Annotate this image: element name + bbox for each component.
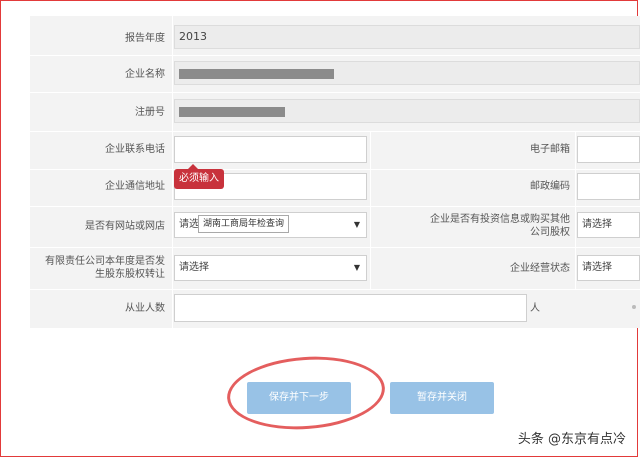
- divider: [575, 131, 576, 169]
- employees-unit: 人: [530, 303, 540, 314]
- postcode-input[interactable]: [577, 173, 640, 200]
- operation-status-select-value: 请选择: [582, 262, 612, 273]
- report-year-field: 2013: [174, 25, 640, 49]
- save-close-button[interactable]: 暂存并关闭: [390, 382, 494, 414]
- row-report-year: 报告年度 2013: [30, 16, 640, 56]
- divider: [172, 169, 173, 206]
- row-employees: 从业人数 人: [30, 289, 640, 328]
- divider: [575, 169, 576, 206]
- phone-input[interactable]: [174, 136, 367, 163]
- reg-number-label: 注册号: [135, 107, 165, 118]
- divider: [172, 131, 173, 169]
- operation-status-select[interactable]: 请选择: [577, 255, 640, 281]
- phone-label: 企业联系电话: [105, 144, 165, 155]
- scrollbar-marker: [632, 305, 636, 309]
- chevron-down-icon: ▼: [353, 220, 360, 229]
- row-website-investment: 是否有网站或网店 请选 ▼ 企业是否有投资信息或购买其他公司股权 请选择: [30, 206, 640, 248]
- divider: [172, 289, 173, 328]
- chevron-down-icon: ▼: [353, 263, 360, 272]
- redacted-company-name: [179, 69, 334, 79]
- employees-input[interactable]: [174, 294, 527, 322]
- divider: [172, 92, 173, 131]
- row-reg-number: 注册号: [30, 92, 640, 132]
- row-address-postcode: 企业通信地址 邮政编码: [30, 169, 640, 207]
- equity-transfer-select-value: 请选择: [179, 262, 209, 273]
- required-tooltip: 必须输入: [174, 164, 224, 189]
- email-label: 电子邮箱: [530, 144, 570, 155]
- report-year-label: 报告年度: [125, 33, 165, 44]
- divider: [172, 16, 173, 55]
- autocomplete-hint: 湖南工商局年检查询: [198, 215, 290, 233]
- address-label: 企业通信地址: [105, 181, 165, 192]
- equity-transfer-label: 有限责任公司本年度是否发生股东股权转让: [45, 256, 165, 280]
- investment-select[interactable]: 请选择: [577, 212, 640, 238]
- postcode-label: 邮政编码: [530, 181, 570, 192]
- row-phone-email: 企业联系电话 电子邮箱: [30, 131, 640, 170]
- divider: [172, 247, 173, 289]
- investment-label: 企业是否有投资信息或购买其他公司股权: [430, 214, 570, 238]
- company-name-label: 企业名称: [125, 69, 165, 80]
- website-label: 是否有网站或网店: [85, 221, 165, 232]
- divider: [370, 206, 371, 247]
- email-input[interactable]: [577, 136, 640, 163]
- row-equity-status: 有限责任公司本年度是否发生股东股权转让 请选择 ▼ 企业经营状态 请选择: [30, 247, 640, 290]
- company-name-field: [174, 61, 640, 85]
- divider: [370, 131, 371, 169]
- divider: [575, 247, 576, 289]
- watermark: 头条 @东京有点冷: [517, 432, 626, 447]
- divider: [370, 247, 371, 289]
- divider: [575, 206, 576, 247]
- employees-label: 从业人数: [125, 303, 165, 314]
- website-select-value: 请选: [179, 219, 199, 230]
- tooltip-tail: [188, 164, 198, 169]
- annual-report-form: 报告年度 2013 企业名称 注册号 企业联系电话 电子邮箱 企业通信地址 邮政…: [30, 16, 640, 328]
- operation-status-label: 企业经营状态: [510, 263, 570, 274]
- divider: [172, 55, 173, 92]
- required-tooltip-text: 必须输入: [179, 173, 219, 184]
- redacted-reg-number: [179, 107, 285, 117]
- row-company-name: 企业名称: [30, 55, 640, 93]
- reg-number-field: [174, 99, 640, 123]
- investment-select-value: 请选择: [582, 219, 612, 230]
- divider: [370, 169, 371, 206]
- equity-transfer-select[interactable]: 请选择 ▼: [174, 255, 367, 281]
- divider: [172, 206, 173, 247]
